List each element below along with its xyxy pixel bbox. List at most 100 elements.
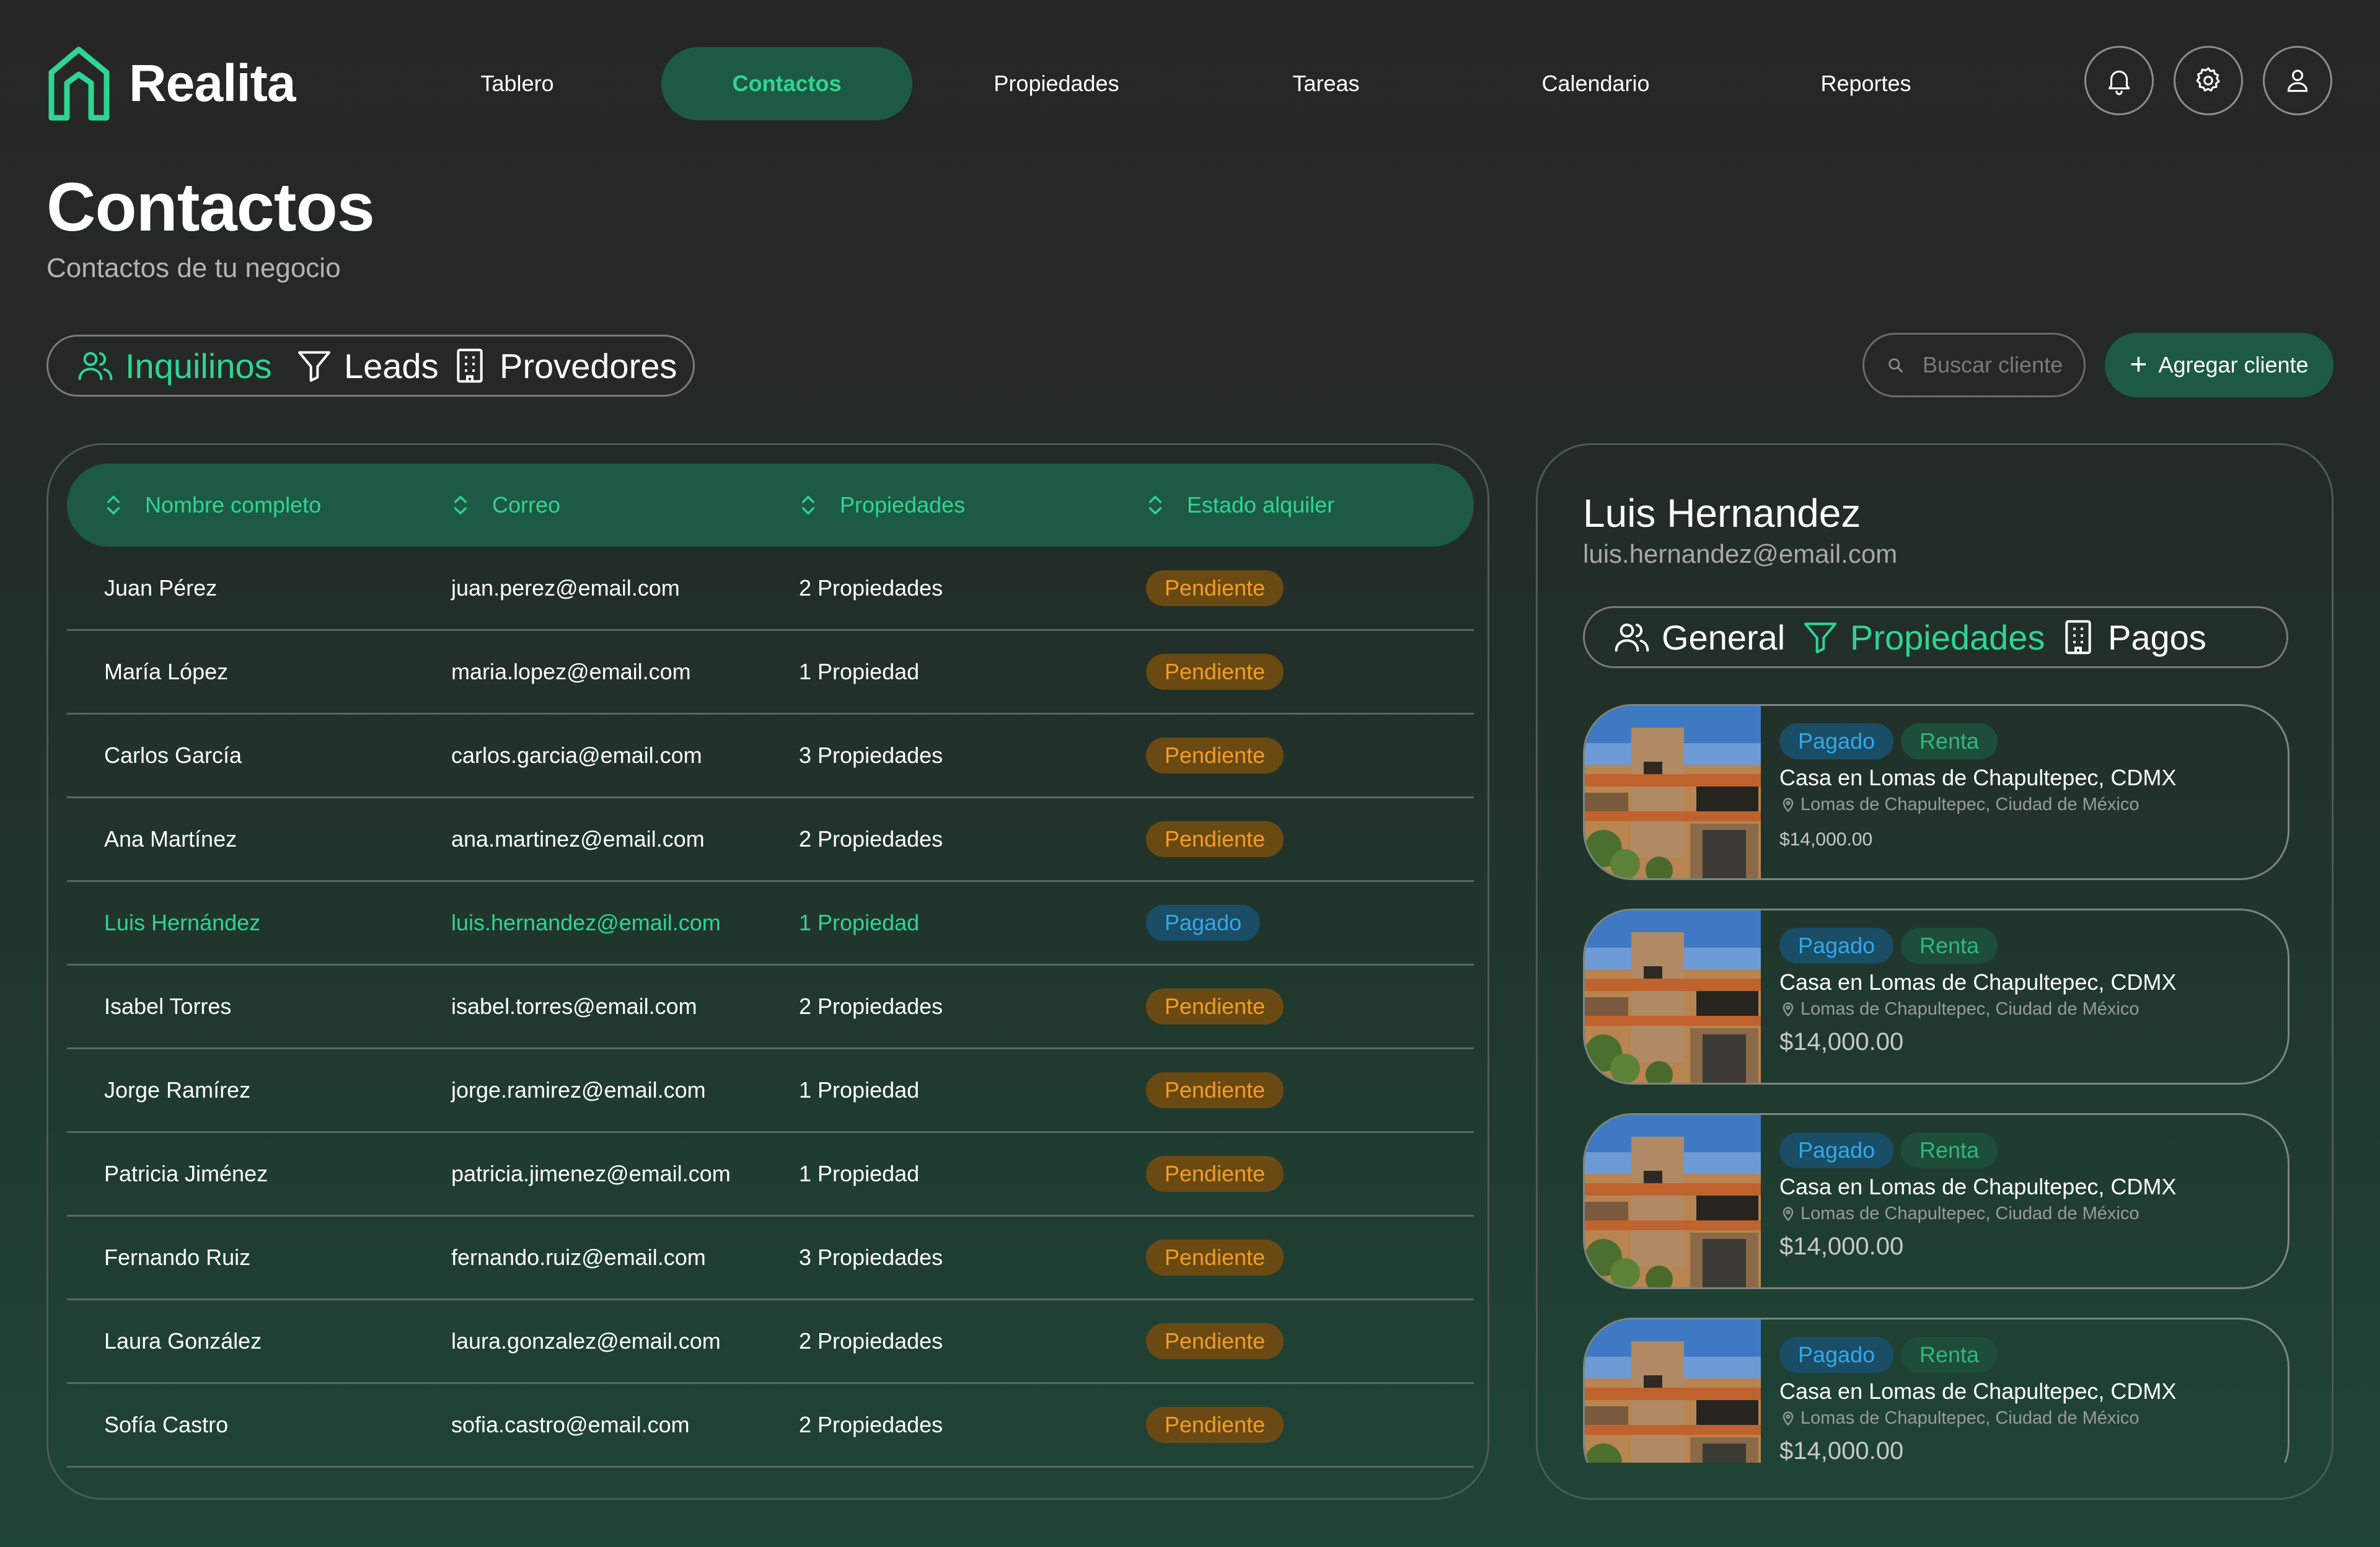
cell-properties: 1 Propiedad xyxy=(799,1161,920,1186)
cell-name: Luis Hernández xyxy=(104,910,261,935)
search-input[interactable]: Buscar cliente xyxy=(1862,333,2086,397)
add-client-button[interactable]: + Agregar cliente xyxy=(2105,333,2334,397)
property-card[interactable]: Pagado Renta Casa en Lomas de Chapultepe… xyxy=(1583,1318,2290,1463)
column-header-label: Estado alquiler xyxy=(1187,492,1335,518)
cell-properties: 1 Propiedad xyxy=(799,910,920,935)
tab-general[interactable]: General xyxy=(1612,608,1785,666)
brand-name: Realita xyxy=(129,54,296,112)
listing-type-chip: Renta xyxy=(1901,928,1998,964)
property-title: Casa en Lomas de Chapultepec, CDMX xyxy=(1779,1174,2177,1199)
property-location: Lomas de Chapultepec, Ciudad de México xyxy=(1779,997,2140,1021)
table-row[interactable]: Carlos García carlos.garcia@email.com 3 … xyxy=(67,715,1474,798)
table-header: Nombre completo Correo Propiedades Estad… xyxy=(67,464,1474,547)
property-card[interactable]: Pagado Renta Casa en Lomas de Chapultepe… xyxy=(1583,704,2290,880)
contact-type-tabs: Inquilinos Leads Provedores xyxy=(46,335,695,397)
nav-item-propiedades[interactable]: Propiedades xyxy=(931,47,1182,120)
cell-properties: 3 Propiedades xyxy=(799,1245,943,1270)
table-row-selected[interactable]: Luis Hernández luis.hernandez@email.com … xyxy=(67,882,1474,966)
property-price: $14,000.00 xyxy=(1779,1028,1904,1056)
property-location-text: Lomas de Chapultepec, Ciudad de México xyxy=(1800,999,2140,1019)
cell-email: patricia.jimenez@email.com xyxy=(451,1161,731,1186)
sort-icon xyxy=(454,496,467,514)
cell-properties: 2 Propiedades xyxy=(799,826,943,852)
status-badge: Pendiente xyxy=(1146,1323,1284,1359)
status-badge: Pendiente xyxy=(1146,1156,1284,1192)
tab-propiedades[interactable]: Propiedades xyxy=(1800,608,2045,666)
table-row[interactable]: Fernando Ruiz fernando.ruiz@email.com 3 … xyxy=(67,1217,1474,1300)
nav-item-tablero[interactable]: Tablero xyxy=(392,47,643,120)
table-row[interactable]: Sofía Castro sofia.castro@email.com 2 Pr… xyxy=(67,1384,1474,1468)
tab-label: Inquilinos xyxy=(125,346,272,386)
tab-inquilinos[interactable]: Inquilinos xyxy=(76,337,272,395)
nav-item-contactos[interactable]: Contactos xyxy=(661,47,912,120)
payment-status-chip: Pagado xyxy=(1779,723,1894,759)
table-row[interactable]: María López maria.lopez@email.com 1 Prop… xyxy=(67,631,1474,715)
cell-properties: 1 Propiedad xyxy=(799,659,920,684)
cell-name: Jorge Ramírez xyxy=(104,1077,251,1103)
column-header-nombre[interactable]: Nombre completo xyxy=(104,464,321,547)
listing-type-chip: Renta xyxy=(1901,1337,1998,1373)
search-icon xyxy=(1889,358,1903,372)
filter-icon xyxy=(298,351,330,382)
cell-email: ana.martinez@email.com xyxy=(451,826,705,852)
brand-logo[interactable]: Realita xyxy=(46,45,296,122)
notifications-button[interactable] xyxy=(2084,46,2154,115)
cell-properties: 1 Propiedad xyxy=(799,1077,920,1103)
property-card[interactable]: Pagado Renta Casa en Lomas de Chapultepe… xyxy=(1583,1113,2290,1289)
nav-item-tareas[interactable]: Tareas xyxy=(1201,47,1452,120)
contacts-table: Nombre completo Correo Propiedades Estad… xyxy=(46,443,1489,1500)
search-placeholder: Buscar cliente xyxy=(1923,352,2063,377)
status-badge: Pendiente xyxy=(1146,570,1284,606)
tab-provedores[interactable]: Provedores xyxy=(450,337,677,395)
plus-icon: + xyxy=(2130,348,2148,381)
column-header-propiedades[interactable]: Propiedades xyxy=(799,464,965,547)
table-row[interactable]: Ana Martínez ana.martinez@email.com 2 Pr… xyxy=(67,798,1474,882)
sort-icon xyxy=(107,496,120,514)
property-location-text: Lomas de Chapultepec, Ciudad de México xyxy=(1800,795,2140,814)
tab-leads[interactable]: Leads xyxy=(294,337,439,395)
cell-email: isabel.torres@email.com xyxy=(451,994,697,1019)
status-badge: Pendiente xyxy=(1146,738,1284,774)
status-badge: Pendiente xyxy=(1146,1407,1284,1443)
payment-status-chip: Pagado xyxy=(1779,1337,1894,1373)
cell-properties: 2 Propiedades xyxy=(799,994,943,1019)
cell-name: Sofía Castro xyxy=(104,1412,229,1437)
cell-email: fernando.ruiz@email.com xyxy=(451,1245,706,1270)
property-price: $14,000.00 xyxy=(1779,1233,1904,1260)
column-header-correo[interactable]: Correo xyxy=(451,464,560,547)
nav-item-reportes[interactable]: Reportes xyxy=(1740,47,1991,120)
detail-contact-name: Luis Hernandez xyxy=(1583,491,1861,536)
contact-detail-panel: Luis Hernandez luis.hernandez@email.com … xyxy=(1536,443,2334,1500)
cell-properties: 2 Propiedades xyxy=(799,1328,943,1354)
table-row[interactable]: Isabel Torres isabel.torres@email.com 2 … xyxy=(67,966,1474,1049)
status-badge: Pagado xyxy=(1146,905,1261,941)
add-client-label: Agregar cliente xyxy=(2158,352,2309,377)
nav-item-calendario[interactable]: Calendario xyxy=(1470,47,1721,120)
property-photo xyxy=(1585,1320,1761,1463)
table-row[interactable]: Laura González laura.gonzalez@email.com … xyxy=(67,1300,1474,1384)
listing-type-chip: Renta xyxy=(1901,723,1998,759)
property-photo xyxy=(1585,706,1761,878)
column-header-label: Nombre completo xyxy=(145,492,322,518)
cell-name: Laura González xyxy=(104,1328,262,1354)
cell-name: Patricia Jiménez xyxy=(104,1161,268,1186)
property-location: Lomas de Chapultepec, Ciudad de México xyxy=(1779,1202,2140,1225)
table-row[interactable]: Patricia Jiménez patricia.jimenez@email.… xyxy=(67,1133,1474,1217)
column-header-estado[interactable]: Estado alquiler xyxy=(1146,464,1334,547)
status-badge: Pendiente xyxy=(1146,1240,1284,1276)
property-title: Casa en Lomas de Chapultepec, CDMX xyxy=(1779,1378,2177,1404)
settings-button[interactable] xyxy=(2174,46,2243,115)
sort-icon xyxy=(1149,496,1162,514)
profile-button[interactable] xyxy=(2263,46,2332,115)
tab-label: Propiedades xyxy=(1850,617,2045,657)
detail-contact-email: luis.hernandez@email.com xyxy=(1583,539,1898,568)
cell-name: Ana Martínez xyxy=(104,826,237,852)
cell-name: Carlos García xyxy=(104,743,242,768)
table-row[interactable]: Jorge Ramírez jorge.ramirez@email.com 1 … xyxy=(67,1049,1474,1133)
map-pin-icon xyxy=(1783,1002,1794,1017)
property-list: Pagado Renta Casa en Lomas de Chapultepe… xyxy=(1583,704,2290,1463)
property-card[interactable]: Pagado Renta Casa en Lomas de Chapultepe… xyxy=(1583,909,2290,1085)
cell-properties: 2 Propiedades xyxy=(799,1412,943,1437)
tab-pagos[interactable]: Pagos xyxy=(2058,608,2206,666)
table-row[interactable]: Juan Pérez juan.perez@email.com 2 Propie… xyxy=(67,547,1474,631)
